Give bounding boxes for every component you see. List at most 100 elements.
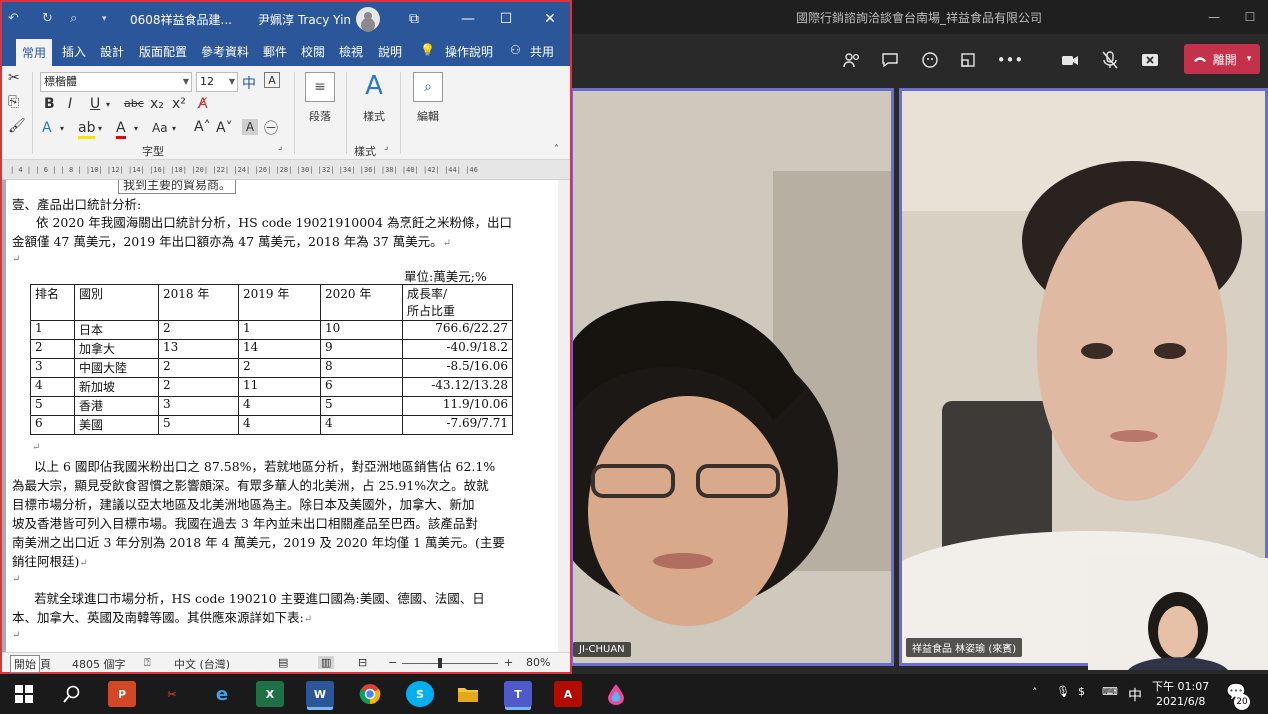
leave-button[interactable]: 離開 ▾ — [1184, 44, 1260, 74]
minimize-icon[interactable]: — — [1196, 0, 1232, 34]
participants-icon[interactable] — [838, 46, 866, 74]
maximize-icon[interactable]: ☐ — [1232, 0, 1268, 34]
dialog-launcher-icon[interactable]: ⌟ — [384, 142, 388, 152]
excel-icon[interactable]: X — [256, 681, 284, 707]
superscript-icon[interactable]: x² — [172, 96, 186, 112]
dialog-launcher-icon[interactable]: ⌟ — [278, 142, 282, 152]
word-count[interactable]: 4805 個字 — [72, 656, 126, 672]
char-border-icon[interactable]: A — [264, 72, 280, 88]
font-size-select[interactable]: 12 ▼ — [196, 72, 238, 92]
proofing-icon[interactable]: ⍰ — [144, 656, 151, 670]
font-name-select[interactable]: 標楷體 ▼ — [40, 72, 192, 92]
search-icon[interactable] — [58, 681, 86, 707]
read-mode-icon[interactable]: ▤ — [278, 656, 288, 669]
zoom-slider[interactable] — [402, 663, 498, 664]
chrome-icon[interactable] — [356, 681, 384, 707]
tab-layout[interactable]: 版面配置 — [139, 43, 187, 60]
page-indicator[interactable]: 頁 — [40, 656, 51, 672]
print-layout-icon[interactable]: ▥ — [318, 656, 335, 669]
acrobat-icon[interactable]: A — [554, 681, 582, 707]
font-color-icon[interactable]: A — [116, 120, 126, 139]
share-screen-icon[interactable] — [1136, 46, 1164, 74]
customize-toolbar-icon[interactable]: ▾ — [102, 14, 107, 24]
undo-icon[interactable]: ↶ — [8, 11, 19, 26]
shrink-font-icon[interactable]: A˅ — [216, 120, 233, 136]
maximize-icon[interactable]: ☐ — [496, 9, 516, 29]
tab-home[interactable]: 常用 — [16, 39, 52, 66]
clear-format-icon[interactable]: A̸ — [198, 96, 208, 112]
web-layout-icon[interactable]: ⊟ — [358, 656, 367, 669]
chat-icon[interactable] — [876, 46, 904, 74]
format-painter-icon[interactable]: 🖌 — [8, 118, 26, 134]
tab-references[interactable]: 參考資料 — [201, 43, 249, 60]
char-shading-icon[interactable]: A — [242, 119, 258, 135]
share-button[interactable]: 共用 — [530, 43, 554, 60]
copy-icon[interactable]: ⎘ — [8, 94, 19, 110]
strikethrough-icon[interactable]: abc — [124, 97, 144, 110]
cut-icon[interactable]: ✂ — [8, 70, 20, 86]
mic-muted-icon[interactable] — [1096, 46, 1124, 74]
paragraph-button[interactable]: ≡ 段落 — [300, 70, 340, 150]
vertical-scrollbar[interactable] — [558, 180, 570, 652]
redo-icon[interactable]: ↻ — [42, 11, 53, 26]
minimize-icon[interactable]: — — [458, 9, 478, 29]
document-page[interactable]: 我到主要的貿易商。 壹、產品出口統計分析: 依 2020 年我國海關出口統計分析… — [6, 180, 558, 652]
grow-font-icon[interactable]: A˄ — [194, 119, 211, 135]
zoom-slider-handle[interactable] — [438, 658, 442, 668]
ribbon-display-icon[interactable]: ⧉ — [404, 9, 424, 29]
chevron-up-icon[interactable]: ˄ — [1032, 686, 1038, 699]
zoom-out-icon[interactable]: − — [388, 656, 397, 669]
snipping-tool-icon[interactable]: ✂ — [158, 681, 186, 707]
ime-indicator[interactable]: 中 — [1128, 685, 1142, 705]
microphone-icon[interactable]: 🎙 — [1056, 685, 1070, 698]
tell-me-search[interactable]: 操作說明 — [445, 43, 493, 60]
file-explorer-icon[interactable] — [454, 681, 482, 707]
phonetic-guide-icon[interactable]: 中 — [242, 73, 256, 93]
subscript-icon[interactable]: x₂ — [150, 96, 164, 112]
change-case-icon[interactable]: Aa — [152, 121, 168, 135]
teams-icon[interactable]: T — [504, 681, 532, 707]
camera-icon[interactable] — [1056, 46, 1084, 74]
tab-help[interactable]: 說明 — [378, 43, 402, 60]
highlight-icon[interactable]: ab — [78, 120, 96, 139]
italic-icon[interactable]: I — [68, 96, 72, 112]
avatar[interactable] — [356, 7, 380, 31]
bold-icon[interactable]: B — [44, 96, 55, 112]
skype-icon[interactable]: S — [406, 681, 434, 707]
enclose-char-icon[interactable]: ㊀ — [264, 118, 278, 138]
editing-button[interactable]: ⌕ 編輯 — [408, 70, 448, 150]
more-options-icon[interactable]: ••• — [996, 46, 1024, 74]
tab-mailings[interactable]: 郵件 — [263, 43, 287, 60]
chevron-down-icon[interactable]: ▾ — [106, 100, 110, 109]
powerpoint-icon[interactable]: P — [108, 681, 136, 707]
paint-icon[interactable] — [602, 681, 630, 707]
clock-time[interactable]: 下午 01:07 — [1152, 678, 1209, 694]
keyboard-icon[interactable]: ⌨ — [1102, 685, 1118, 698]
print-preview-icon[interactable]: ⌕ — [70, 11, 77, 26]
zoom-in-icon[interactable]: + — [504, 656, 513, 669]
tab-design[interactable]: 設計 — [100, 43, 124, 60]
tab-view[interactable]: 檢視 — [339, 43, 363, 60]
reactions-icon[interactable] — [916, 46, 944, 74]
chevron-down-icon[interactable]: ▾ — [172, 124, 176, 133]
tab-review[interactable]: 校閱 — [301, 43, 325, 60]
rooms-icon[interactable] — [954, 46, 982, 74]
windows-start-icon[interactable] — [10, 681, 38, 707]
underline-icon[interactable]: U — [90, 96, 100, 112]
chevron-down-icon[interactable]: ▾ — [1247, 54, 1252, 64]
clock-date[interactable]: 2021/6/8 — [1156, 695, 1205, 708]
collapse-ribbon-icon[interactable]: ˄ — [554, 144, 559, 155]
text-effects-icon[interactable]: A — [42, 120, 52, 136]
ruler[interactable]: | 4 | | 6 | | 8 | |10| |12| |14| |16| |1… — [2, 160, 570, 180]
tab-insert[interactable]: 插入 — [62, 43, 86, 60]
word-icon[interactable]: W — [306, 681, 334, 707]
zoom-level[interactable]: 80% — [526, 656, 550, 669]
close-icon[interactable]: ✕ — [540, 9, 560, 29]
chevron-down-icon[interactable]: ▾ — [60, 124, 64, 133]
language-indicator[interactable]: 中文 (台灣) — [174, 656, 230, 672]
styles-button[interactable]: A 樣式 — [354, 70, 394, 150]
chevron-down-icon[interactable]: ▾ — [98, 124, 102, 133]
chevron-down-icon[interactable]: ▾ — [134, 124, 138, 133]
network-icon[interactable]: $ — [1078, 685, 1085, 698]
internet-explorer-icon[interactable]: e — [208, 681, 236, 707]
